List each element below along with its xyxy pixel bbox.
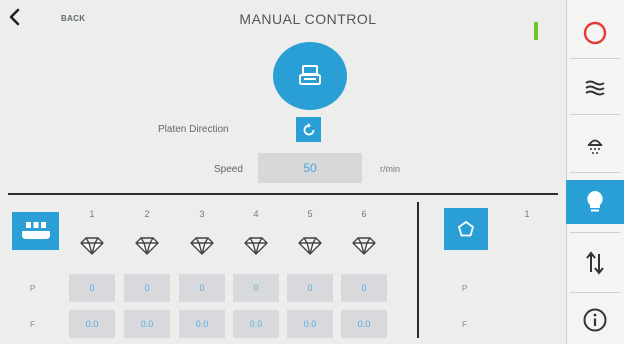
group-pressure-label: P (462, 284, 468, 293)
column-number: 1 (89, 209, 95, 219)
machine-icon (299, 65, 321, 85)
group-force-label: F (462, 320, 467, 329)
page-title: MANUAL CONTROL (239, 11, 377, 27)
info-button[interactable] (566, 300, 624, 340)
back-icon[interactable] (4, 6, 26, 28)
section-divider (8, 193, 558, 195)
pressure-cell[interactable]: 0 (124, 274, 170, 302)
diamond-icon[interactable] (297, 236, 323, 256)
diamond-icon[interactable] (243, 236, 269, 256)
bulb-icon (587, 191, 603, 212)
spray-button[interactable] (566, 125, 624, 165)
power-button[interactable] (566, 13, 624, 53)
power-icon (583, 21, 607, 45)
diamond-icon[interactable] (189, 236, 215, 256)
pressure-cell[interactable]: 0 (287, 274, 333, 302)
column-number: 3 (199, 209, 205, 219)
pressure-row-label: P (30, 284, 36, 293)
force-cell[interactable]: 0.0 (287, 310, 333, 338)
sort-arrows-icon (586, 251, 604, 275)
force-cell[interactable]: 0.0 (124, 310, 170, 338)
pressure-cell[interactable]: 0 (179, 274, 225, 302)
column-number: 5 (307, 209, 313, 219)
manual-control-button[interactable] (566, 180, 624, 224)
slurry-button[interactable] (566, 68, 624, 108)
group-column-number: 1 (524, 209, 530, 219)
sidebar-divider (570, 172, 620, 173)
column-number: 4 (253, 209, 259, 219)
rotate-icon (303, 122, 314, 135)
force-cell[interactable]: 0.0 (341, 310, 387, 338)
lift-button[interactable] (566, 243, 624, 283)
status-indicator (534, 22, 538, 40)
force-cell[interactable]: 0.0 (69, 310, 115, 338)
sidebar-divider (570, 292, 620, 293)
speed-label: Speed (214, 164, 243, 175)
diamond-icon[interactable] (351, 236, 377, 256)
speed-input[interactable]: 50 (258, 153, 362, 183)
force-row-label: F (30, 320, 35, 329)
pressure-cell[interactable]: 0 (69, 274, 115, 302)
sidebar-divider (570, 232, 620, 233)
spray-icon (587, 139, 603, 154)
platen-direction-label: Platen Direction (158, 124, 229, 135)
stations-button[interactable] (12, 212, 59, 250)
column-number: 2 (144, 209, 150, 219)
sidebar-divider (570, 114, 620, 115)
sidebar-divider (570, 58, 620, 59)
speed-unit: r/min (380, 164, 400, 174)
column-number: 6 (361, 209, 367, 219)
force-cell[interactable]: 0.0 (233, 310, 279, 338)
pressure-cell[interactable]: 0 (233, 274, 279, 302)
force-cell[interactable]: 0.0 (179, 310, 225, 338)
diamond-icon[interactable] (79, 236, 105, 256)
platen-button[interactable] (273, 42, 347, 110)
diamond-icon[interactable] (134, 236, 160, 256)
waves-icon (585, 80, 605, 96)
section-divider-vertical (417, 202, 419, 338)
back-button[interactable]: BACK (61, 14, 85, 23)
pentagon-icon (458, 221, 474, 237)
platen-direction-button[interactable] (296, 117, 321, 142)
group-button[interactable] (444, 208, 488, 250)
info-icon (583, 308, 607, 332)
pressure-cell[interactable]: 0 (341, 274, 387, 302)
carrier-icon (21, 222, 50, 239)
